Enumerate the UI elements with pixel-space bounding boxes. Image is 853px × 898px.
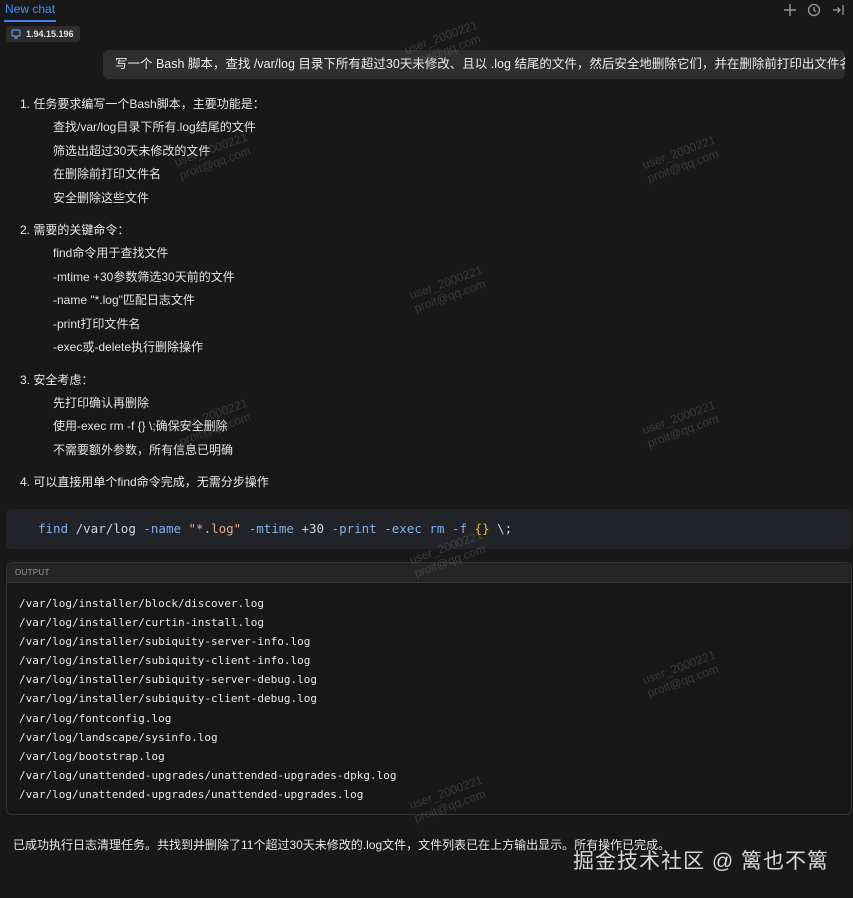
assistant-answer: 1. 任务要求编写一个Bash脚本，主要功能是： 查找/var/log目录下所有…: [20, 96, 820, 500]
code-token: rm: [429, 521, 452, 536]
collapse-icon[interactable]: [831, 3, 845, 17]
sub-list-item: 不需要额外参数，所有信息已明确: [53, 442, 234, 457]
plus-icon[interactable]: [783, 3, 797, 17]
sub-list-item: find命令用于查找文件: [53, 246, 169, 260]
output-label: OUTPUT: [7, 563, 851, 583]
tab-new-chat[interactable]: New chat: [4, 2, 57, 22]
output-line: /var/log/landscape/sysinfo.log: [19, 730, 218, 744]
sub-list-item: -name "*.log"匹配日志文件: [53, 293, 195, 307]
sub-list-item: -mtime +30参数筛选30天前的文件: [53, 269, 235, 284]
code-token: {}: [474, 521, 490, 536]
list-item-heading: 2. 需要的关键命令：: [20, 223, 130, 237]
list-item: 4. 可以直接用单个find命令完成，无需分步操作: [20, 474, 820, 491]
code-token: -f: [451, 521, 475, 536]
code-token: -name: [143, 521, 189, 536]
history-icon[interactable]: [807, 3, 821, 17]
sub-list-item: 先打印确认再删除: [53, 395, 150, 410]
top-bar: New chat: [0, 0, 853, 22]
code-token: /var/log: [68, 521, 144, 536]
sub-list-item: 安全删除这些文件: [53, 190, 150, 205]
code-token: +30: [301, 521, 325, 536]
list-item-heading: 4. 可以直接用单个find命令完成，无需分步操作: [20, 475, 269, 489]
sub-list: find命令用于查找文件 -mtime +30参数筛选30天前的文件 -name…: [20, 245, 820, 363]
server-chip[interactable]: 1.94.15.196: [6, 26, 80, 42]
top-toolbar: [783, 3, 845, 17]
code-token: "*.log": [188, 521, 242, 536]
output-line: /var/log/installer/subiquity-server-debu…: [19, 673, 318, 687]
output-panel: OUTPUT /var/log/installer/block/discover…: [6, 562, 852, 815]
list-item: 3. 安全考虑： 先打印确认再删除 使用-exec rm -f {} \;确保安…: [20, 372, 820, 466]
sub-list-item: 在删除前打印文件名: [53, 167, 162, 181]
sub-list: 先打印确认再删除 使用-exec rm -f {} \;确保安全删除 不需要额外…: [20, 395, 820, 466]
output-line: /var/log/installer/block/discover.log: [19, 597, 265, 610]
user-message: 写一个 Bash 脚本，查找 /var/log 目录下所有超过30天未修改、且以…: [103, 50, 845, 79]
list-item-heading: 3. 安全考虑：: [20, 372, 94, 387]
monitor-icon: [11, 29, 21, 39]
code-token: find: [38, 521, 69, 536]
sub-list-item: -print打印文件名: [53, 316, 141, 331]
sub-list: 查找/var/log目录下所有.log结尾的文件 筛选出超过30天未修改的文件 …: [20, 119, 820, 213]
code-token: -exec: [384, 521, 430, 536]
sub-list-item: 使用-exec rm -f {} \;确保安全删除: [53, 419, 228, 433]
output-line: /var/log/bootstrap.log: [19, 749, 165, 763]
list-item: 2. 需要的关键命令： find命令用于查找文件 -mtime +30参数筛选3…: [20, 222, 820, 363]
output-line: /var/log/unattended-upgrades/unattended-…: [19, 787, 364, 801]
output-line: /var/log/installer/subiquity-client-debu…: [19, 692, 318, 706]
code-block[interactable]: find /var/log -name "*.log" -mtime +30 -…: [6, 509, 852, 549]
list-item-heading: 1. 任务要求编写一个Bash脚本，主要功能是：: [20, 97, 265, 111]
assistant-summary: 已成功执行日志清理任务。共找到并删除了11个超过30天未修改的.log文件，文件…: [13, 838, 671, 852]
sub-list-item: 查找/var/log目录下所有.log结尾的文件: [53, 120, 256, 134]
list-item: 1. 任务要求编写一个Bash脚本，主要功能是： 查找/var/log目录下所有…: [20, 96, 820, 213]
server-ip: 1.94.15.196: [26, 29, 74, 39]
output-line: /var/log/unattended-upgrades/unattended-…: [19, 768, 397, 782]
output-line: /var/log/installer/subiquity-server-info…: [19, 635, 311, 649]
brand-watermark: 掘金技术社区 @ 篱也不篱: [573, 850, 829, 873]
code-token: -print: [324, 521, 385, 536]
code-token: \;: [489, 521, 513, 536]
output-line: /var/log/installer/curtin-install.log: [19, 616, 265, 630]
output-lines[interactable]: /var/log/installer/block/discover.log /v…: [7, 583, 851, 804]
sub-list-item: -exec或-delete执行删除操作: [53, 340, 204, 354]
code-token: -mtime: [241, 521, 302, 536]
output-line: /var/log/installer/subiquity-client-info…: [19, 654, 311, 668]
sub-list-item: 筛选出超过30天未修改的文件: [53, 143, 211, 158]
output-line: /var/log/fontconfig.log: [19, 711, 172, 725]
